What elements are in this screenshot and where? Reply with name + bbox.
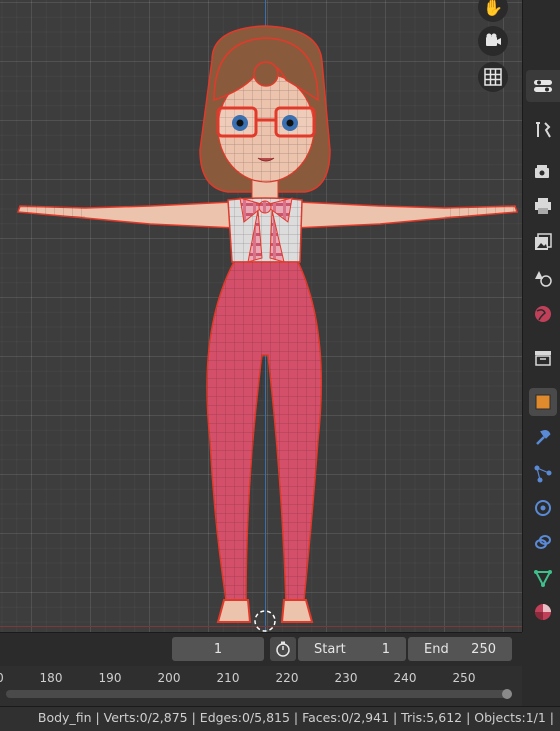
timeline-side-strip: [522, 632, 560, 706]
properties-toggle-icon[interactable]: [526, 70, 560, 102]
render-icon[interactable]: [529, 158, 557, 186]
frame-tick: 180: [39, 671, 63, 685]
physics-icon[interactable]: [529, 494, 557, 522]
right-hand-wire: [445, 206, 517, 218]
current-frame-field[interactable]: 1: [172, 637, 264, 661]
frame-tick: 190: [98, 671, 122, 685]
data-icon[interactable]: [529, 564, 557, 592]
tool-icon[interactable]: [529, 116, 557, 144]
right-shoe: [280, 599, 314, 623]
end-label: End: [424, 641, 449, 657]
left-arm: [16, 201, 237, 229]
scene-icon[interactable]: [529, 264, 557, 292]
output-icon[interactable]: [529, 192, 557, 220]
stopwatch-icon[interactable]: [270, 637, 296, 661]
status-bar: Body_fin | Verts:0/2,875 | Edges:0/5,815…: [0, 706, 560, 731]
right-arm: [293, 201, 519, 229]
scene-statistics: Body_fin | Verts:0/2,875 | Edges:0/5,815…: [37, 710, 554, 725]
frame-tick: 220: [275, 671, 299, 685]
object-icon[interactable]: [529, 388, 557, 416]
frame-tick: 240: [393, 671, 417, 685]
scrollbar-handle[interactable]: [502, 689, 512, 699]
material-icon[interactable]: [529, 598, 557, 626]
collection-icon[interactable]: [529, 344, 557, 372]
view-layer-icon[interactable]: [529, 228, 557, 256]
current-frame-value: 1: [213, 641, 223, 657]
end-value: 250: [471, 641, 496, 657]
grid-icon[interactable]: [478, 62, 508, 92]
frame-tick: 230: [334, 671, 358, 685]
particles-icon[interactable]: [529, 460, 557, 488]
timeline-ruler[interactable]: [0, 666, 522, 706]
start-label: Start: [314, 641, 346, 657]
start-value: 1: [381, 641, 390, 657]
frame-tick: 200: [157, 671, 181, 685]
camera-icon[interactable]: [478, 26, 508, 56]
frame-tick: 250: [452, 671, 476, 685]
frame-tick: 0: [0, 671, 4, 685]
start-frame-field[interactable]: Start 1: [298, 637, 406, 661]
frame-tick: 210: [216, 671, 240, 685]
constraints-icon[interactable]: [529, 528, 557, 556]
character-mesh[interactable]: [0, 0, 522, 632]
left-shoe: [216, 599, 252, 623]
world-icon[interactable]: [529, 300, 557, 328]
origin-cursor: [254, 610, 276, 632]
end-frame-field[interactable]: End 250: [408, 637, 512, 661]
timeline-scrollbar[interactable]: [6, 690, 512, 698]
3d-viewport[interactable]: ✋: [0, 0, 522, 632]
modifier-icon[interactable]: [529, 424, 557, 452]
